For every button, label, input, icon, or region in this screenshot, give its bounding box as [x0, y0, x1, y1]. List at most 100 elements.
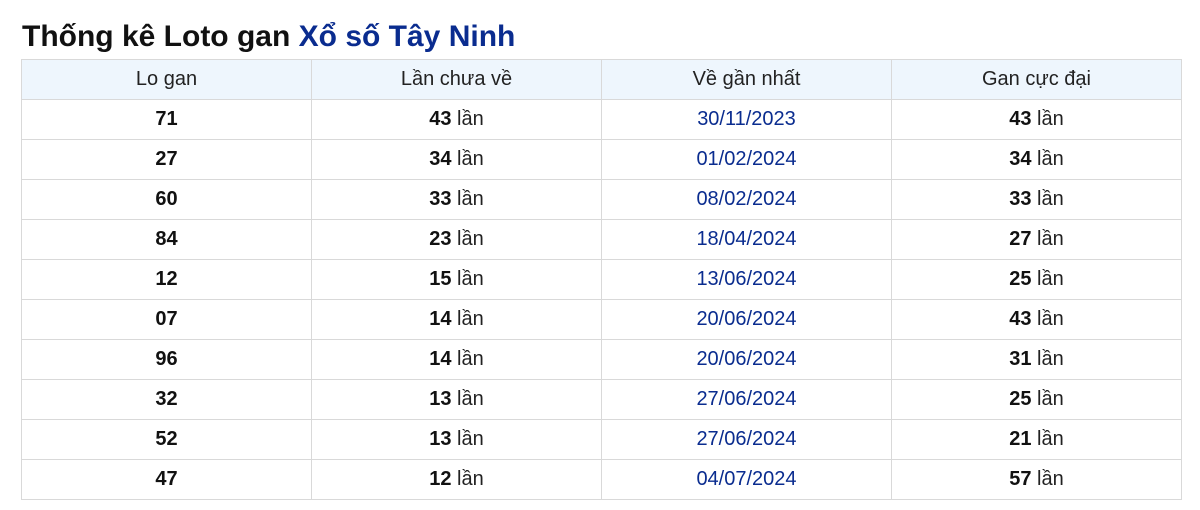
table-row: 96 14 lần 20/06/2024 31 lần: [21, 339, 1182, 380]
cell-lan-chua-ve: 13 lần: [311, 379, 602, 420]
cell-lan-chua-ve-unit: lần: [457, 108, 484, 130]
header-gan-cuc-dai: Gan cực đại: [891, 59, 1182, 100]
cell-lan-chua-ve: 15 lần: [311, 259, 602, 300]
cell-gan-cuc-dai-value: 31: [1009, 348, 1032, 370]
cell-ve-gan-nhat: 27/06/2024: [601, 379, 892, 420]
cell-lan-chua-ve: 23 lần: [311, 219, 602, 260]
cell-lan-chua-ve: 43 lần: [311, 99, 602, 140]
cell-gan-cuc-dai-value: 27: [1009, 228, 1032, 250]
cell-lo-gan: 52: [21, 419, 312, 460]
cell-gan-cuc-dai: 43 lần: [891, 299, 1182, 340]
cell-lan-chua-ve-unit: lần: [457, 228, 484, 250]
cell-lan-chua-ve-value: 43: [429, 108, 452, 130]
title-link-tay-ninh[interactable]: Xổ số Tây Ninh: [299, 20, 516, 53]
cell-gan-cuc-dai-unit: lần: [1037, 228, 1064, 250]
cell-lan-chua-ve-unit: lần: [457, 348, 484, 370]
cell-gan-cuc-dai-unit: lần: [1037, 108, 1064, 130]
cell-lan-chua-ve-value: 14: [429, 308, 452, 330]
cell-lan-chua-ve-value: 34: [429, 148, 452, 170]
cell-lo-gan: 71: [21, 99, 312, 140]
cell-lan-chua-ve: 34 lần: [311, 139, 602, 180]
cell-lan-chua-ve-value: 14: [429, 348, 452, 370]
table-row: 12 15 lần 13/06/2024 25 lần: [21, 259, 1182, 300]
cell-gan-cuc-dai-value: 43: [1009, 308, 1032, 330]
table-row: 07 14 lần 20/06/2024 43 lần: [21, 299, 1182, 340]
cell-ve-gan-nhat: 01/02/2024: [601, 139, 892, 180]
table-body: 71 43 lần 30/11/2023 43 lần 27 34 lần 01/02/20…: [21, 99, 1182, 500]
cell-gan-cuc-dai-unit: lần: [1037, 348, 1064, 370]
cell-gan-cuc-dai: 57 lần: [891, 459, 1182, 500]
cell-ve-gan-nhat: 13/06/2024: [601, 259, 892, 300]
cell-lan-chua-ve-unit: lần: [457, 308, 484, 330]
cell-lan-chua-ve: 14 lần: [311, 299, 602, 340]
title-prefix: Thống kê Loto gan: [22, 20, 291, 53]
cell-lo-gan: 07: [21, 299, 312, 340]
cell-lan-chua-ve: 13 lần: [311, 419, 602, 460]
cell-gan-cuc-dai: 43 lần: [891, 99, 1182, 140]
header-lo-gan: Lo gan: [21, 59, 312, 100]
cell-lan-chua-ve-unit: lần: [457, 468, 484, 490]
cell-lan-chua-ve-value: 15: [429, 268, 452, 290]
table-row: 84 23 lần 18/04/2024 27 lần: [21, 219, 1182, 260]
cell-gan-cuc-dai-value: 25: [1009, 268, 1032, 290]
cell-gan-cuc-dai-unit: lần: [1037, 428, 1064, 450]
page-title: Thống kê Loto gan Xổ số Tây Ninh: [22, 17, 515, 57]
cell-lo-gan: 96: [21, 339, 312, 380]
cell-gan-cuc-dai-value: 57: [1009, 468, 1032, 490]
cell-gan-cuc-dai-unit: lần: [1037, 188, 1064, 210]
cell-ve-gan-nhat: 20/06/2024: [601, 339, 892, 380]
cell-gan-cuc-dai-value: 33: [1009, 188, 1032, 210]
table-row: 27 34 lần 01/02/2024 34 lần: [21, 139, 1182, 180]
cell-lan-chua-ve-value: 33: [429, 188, 452, 210]
cell-gan-cuc-dai-value: 21: [1009, 428, 1032, 450]
cell-gan-cuc-dai-value: 43: [1009, 108, 1032, 130]
cell-gan-cuc-dai: 21 lần: [891, 419, 1182, 460]
table-row: 71 43 lần 30/11/2023 43 lần: [21, 99, 1182, 140]
table-row: 32 13 lần 27/06/2024 25 lần: [21, 379, 1182, 420]
table-header-row: Lo gan Lần chưa về Về gần nhất Gan cực đ…: [21, 59, 1182, 100]
cell-gan-cuc-dai: 33 lần: [891, 179, 1182, 220]
cell-ve-gan-nhat: 30/11/2023: [601, 99, 892, 140]
table-row: 60 33 lần 08/02/2024 33 lần: [21, 179, 1182, 220]
cell-gan-cuc-dai: 34 lần: [891, 139, 1182, 180]
cell-lan-chua-ve-value: 13: [429, 428, 452, 450]
cell-ve-gan-nhat: 20/06/2024: [601, 299, 892, 340]
page: Thống kê Loto gan Xổ số Tây Ninh Lo gan …: [0, 0, 1200, 510]
cell-lo-gan: 12: [21, 259, 312, 300]
cell-gan-cuc-dai-unit: lần: [1037, 148, 1064, 170]
cell-ve-gan-nhat: 04/07/2024: [601, 459, 892, 500]
cell-gan-cuc-dai: 31 lần: [891, 339, 1182, 380]
cell-gan-cuc-dai: 27 lần: [891, 219, 1182, 260]
loto-gan-table: Lo gan Lần chưa về Về gần nhất Gan cực đ…: [21, 59, 1182, 500]
cell-ve-gan-nhat: 27/06/2024: [601, 419, 892, 460]
cell-lo-gan: 32: [21, 379, 312, 420]
cell-lo-gan: 84: [21, 219, 312, 260]
cell-lan-chua-ve: 14 lần: [311, 339, 602, 380]
table-row: 52 13 lần 27/06/2024 21 lần: [21, 419, 1182, 460]
table-row: 47 12 lần 04/07/2024 57 lần: [21, 459, 1182, 500]
cell-lan-chua-ve: 33 lần: [311, 179, 602, 220]
cell-gan-cuc-dai: 25 lần: [891, 259, 1182, 300]
cell-lo-gan: 47: [21, 459, 312, 500]
cell-lan-chua-ve-value: 23: [429, 228, 452, 250]
cell-gan-cuc-dai: 25 lần: [891, 379, 1182, 420]
cell-gan-cuc-dai-value: 34: [1009, 148, 1032, 170]
cell-ve-gan-nhat: 08/02/2024: [601, 179, 892, 220]
cell-gan-cuc-dai-unit: lần: [1037, 268, 1064, 290]
cell-gan-cuc-dai-unit: lần: [1037, 388, 1064, 410]
cell-lan-chua-ve-unit: lần: [457, 428, 484, 450]
cell-lan-chua-ve-value: 12: [429, 468, 452, 490]
cell-lan-chua-ve-unit: lần: [457, 188, 484, 210]
header-ve-gan-nhat: Về gần nhất: [601, 59, 892, 100]
header-lan-chua-ve: Lần chưa về: [311, 59, 602, 100]
cell-ve-gan-nhat: 18/04/2024: [601, 219, 892, 260]
cell-lo-gan: 27: [21, 139, 312, 180]
cell-gan-cuc-dai-unit: lần: [1037, 468, 1064, 490]
cell-lan-chua-ve-unit: lần: [457, 268, 484, 290]
cell-lo-gan: 60: [21, 179, 312, 220]
cell-gan-cuc-dai-value: 25: [1009, 388, 1032, 410]
cell-lan-chua-ve-unit: lần: [457, 388, 484, 410]
cell-lan-chua-ve-unit: lần: [457, 148, 484, 170]
cell-lan-chua-ve: 12 lần: [311, 459, 602, 500]
cell-gan-cuc-dai-unit: lần: [1037, 308, 1064, 330]
